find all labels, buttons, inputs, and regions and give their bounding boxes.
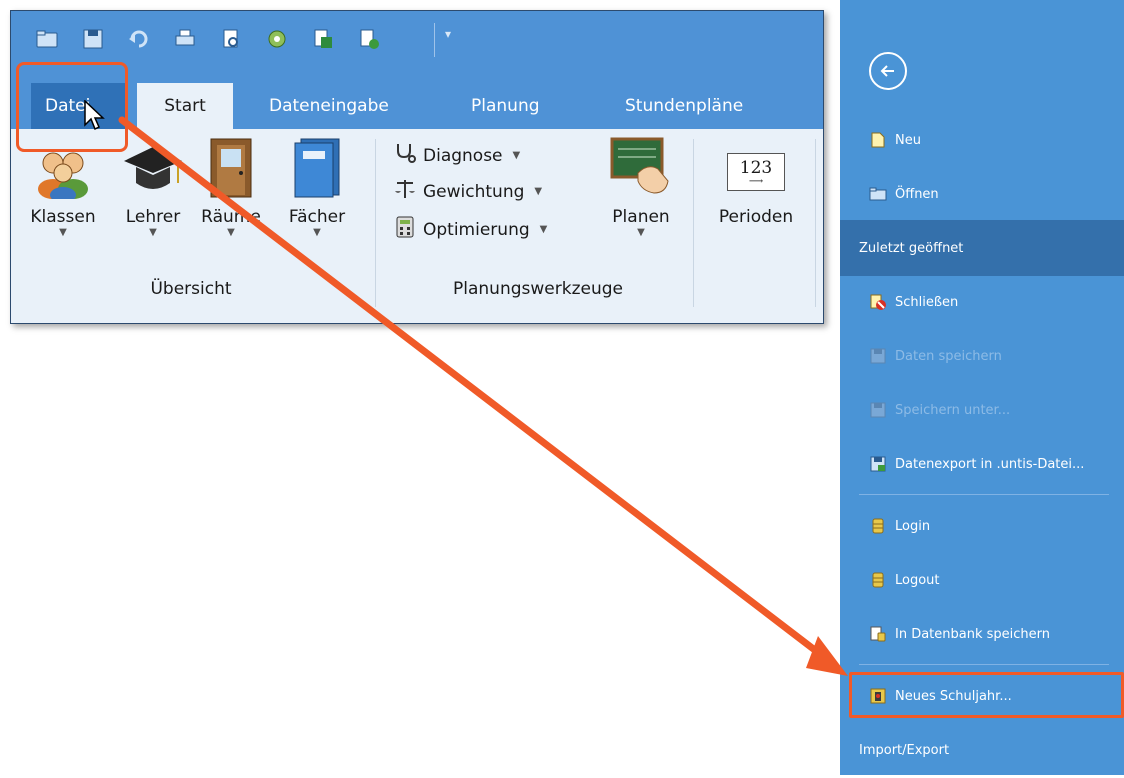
door-icon — [199, 137, 263, 199]
new-file-icon — [869, 131, 887, 149]
tab-planung[interactable]: Planung — [457, 83, 554, 129]
menu-separator — [859, 664, 1109, 665]
database-icon — [869, 517, 887, 535]
export-icon — [869, 455, 887, 473]
print-icon[interactable] — [171, 25, 199, 53]
chevron-down-icon: ▼ — [534, 186, 543, 197]
backstage-menu: Neu Öffnen Zuletzt geöffnet Schließen Da… — [840, 0, 1124, 775]
customize-toolbar-icon[interactable]: ▾ — [445, 27, 451, 41]
db-save-icon — [869, 625, 887, 643]
chevron-down-icon: ▼ — [512, 150, 521, 161]
menu-item-oeffnen[interactable]: Öffnen — [840, 166, 1124, 222]
save-icon[interactable] — [79, 25, 107, 53]
save-as-icon — [869, 401, 887, 419]
open-folder-icon[interactable] — [33, 25, 61, 53]
menu-item-login[interactable]: Login — [840, 498, 1124, 554]
planen-button[interactable]: Planen ▼ — [601, 137, 681, 239]
back-button[interactable] — [869, 52, 907, 90]
menu-item-speichern-unter[interactable]: Speichern unter... — [840, 382, 1124, 438]
group-label-planungswerkzeuge: Planungswerkzeuge — [453, 279, 623, 299]
chevron-down-icon: ▼ — [227, 227, 235, 238]
settings-icon[interactable] — [263, 25, 291, 53]
tab-stundenplaene[interactable]: Stundenpläne — [611, 83, 757, 129]
document-tools-icon[interactable] — [355, 25, 383, 53]
periods-icon: 123 ⟶ — [705, 137, 807, 199]
planning-board-icon — [601, 137, 681, 199]
menu-item-logout[interactable]: Logout — [840, 552, 1124, 608]
faecher-button[interactable]: Fächer ▼ — [273, 137, 361, 239]
stethoscope-icon — [393, 141, 417, 170]
menu-item-in-datenbank-speichern[interactable]: In Datenbank speichern — [840, 606, 1124, 662]
lehrer-button[interactable]: Lehrer ▼ — [115, 137, 191, 239]
arrow-left-icon — [880, 65, 894, 77]
ribbon-tabs: Datei Start Dateneingabe Planung Stunden… — [11, 73, 823, 129]
quick-access-toolbar: ▾ — [11, 11, 823, 73]
group-separator — [375, 139, 376, 307]
menu-item-schliessen[interactable]: Schließen — [840, 274, 1124, 330]
menu-item-datenexport[interactable]: Datenexport in .untis-Datei... — [840, 436, 1124, 492]
raeume-button[interactable]: Räume ▼ — [199, 137, 263, 239]
group-separator — [815, 139, 816, 307]
tab-start[interactable]: Start — [137, 83, 233, 129]
chevron-down-icon: ▼ — [637, 227, 645, 238]
database-icon — [869, 571, 887, 589]
neues-schuljahr-highlight-frame — [849, 672, 1124, 718]
ribbon-body: Klassen ▼ Lehrer ▼ Räume ▼ Fächer ▼ Über… — [11, 129, 823, 323]
calculator-icon — [393, 215, 417, 244]
diagnose-button[interactable]: Diagnose ▼ — [393, 141, 520, 170]
chevron-down-icon: ▼ — [59, 227, 67, 238]
menu-item-daten-speichern[interactable]: Daten speichern — [840, 328, 1124, 384]
menu-separator — [859, 494, 1109, 495]
book-icon — [273, 137, 361, 199]
save-icon — [869, 347, 887, 365]
toolbar-separator — [434, 23, 435, 57]
mouse-cursor-icon — [84, 100, 105, 131]
print-preview-icon[interactable] — [217, 25, 245, 53]
group-separator — [693, 139, 694, 307]
chevron-down-icon: ▼ — [149, 227, 157, 238]
perioden-button[interactable]: 123 ⟶ Perioden — [705, 137, 807, 227]
ribbon-window: ▾ Datei Start Dateneingabe Planung Stund… — [10, 10, 824, 324]
group-label-uebersicht: Übersicht — [150, 279, 232, 299]
folder-icon — [869, 185, 887, 203]
close-file-icon — [869, 293, 887, 311]
optimierung-button[interactable]: Optimierung ▼ — [393, 215, 547, 244]
excel-export-icon[interactable] — [309, 25, 337, 53]
scales-icon — [393, 177, 417, 206]
undo-icon[interactable] — [125, 25, 153, 53]
chevron-down-icon: ▼ — [313, 227, 321, 238]
menu-item-import-export[interactable]: Import/Export — [840, 722, 1124, 778]
menu-item-neu[interactable]: Neu — [840, 112, 1124, 168]
chevron-down-icon: ▼ — [539, 224, 548, 235]
tab-dateneingabe[interactable]: Dateneingabe — [255, 83, 403, 129]
klassen-button[interactable]: Klassen ▼ — [17, 137, 109, 239]
menu-item-zuletzt-geoeffnet[interactable]: Zuletzt geöffnet — [840, 220, 1124, 276]
datei-highlight-frame — [16, 62, 128, 152]
gewichtung-button[interactable]: Gewichtung ▼ — [393, 177, 542, 206]
